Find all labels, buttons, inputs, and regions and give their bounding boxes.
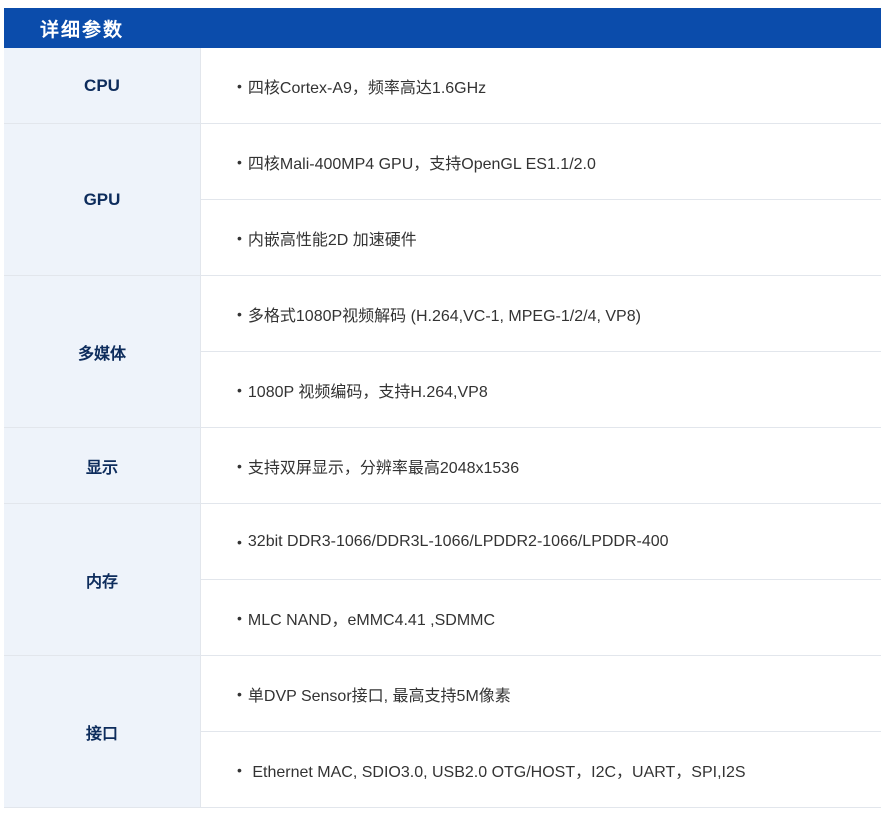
spec-value-text: 四核Cortex-A9，频率高达1.6GHz	[247, 79, 487, 97]
spec-value-row: • 多格式1080P视频解码 (H.264,VC-1, MPEG-1/2/4, …	[201, 276, 881, 352]
spec-value-text: 支持双屏显示，分辨率最高2048x1536	[247, 459, 520, 477]
spec-group-display: 显示 • 支持双屏显示，分辨率最高2048x1536	[4, 428, 881, 504]
spec-label: 接口	[4, 656, 201, 807]
spec-group-memory: 内存 • 32bit DDR3-1066/DDR3L-1066/LPDDR2-1…	[4, 504, 881, 656]
spec-value-text: MLC NAND，eMMC4.41 ,SDMMC	[247, 611, 496, 629]
spec-value-text: 单DVP Sensor接口, 最高支持5M像素	[247, 687, 511, 705]
spec-value-row: • 四核Mali-400MP4 GPU，支持OpenGL ES1.1/2.0	[201, 124, 881, 200]
spec-value-text: 四核Mali-400MP4 GPU，支持OpenGL ES1.1/2.0	[247, 155, 596, 173]
spec-value-row: • 1080P 视频编码，支持H.264,VP8	[201, 352, 881, 427]
section-header: 详细参数	[4, 8, 881, 48]
bullet-icon: •	[237, 77, 242, 94]
bullet-icon: •	[237, 381, 242, 398]
section-title: 详细参数	[40, 18, 125, 41]
bullet-icon: •	[237, 685, 242, 702]
spec-values: • 多格式1080P视频解码 (H.264,VC-1, MPEG-1/2/4, …	[201, 276, 881, 427]
spec-label: GPU	[4, 124, 201, 275]
spec-value-row: • MLC NAND，eMMC4.41 ,SDMMC	[201, 580, 881, 655]
spec-values: • 四核Mali-400MP4 GPU，支持OpenGL ES1.1/2.0 •…	[201, 124, 881, 275]
spec-group-multimedia: 多媒体 • 多格式1080P视频解码 (H.264,VC-1, MPEG-1/2…	[4, 276, 881, 428]
spec-value-row: • Ethernet MAC, SDIO3.0, USB2.0 OTG/HOST…	[201, 732, 881, 807]
spec-label: 多媒体	[4, 276, 201, 427]
spec-value-row: • 支持双屏显示，分辨率最高2048x1536	[201, 428, 881, 503]
spec-group-interface: 接口 • 单DVP Sensor接口, 最高支持5M像素 • Ethernet …	[4, 656, 881, 808]
bullet-icon: •	[237, 761, 242, 778]
spec-values: • 32bit DDR3-1066/DDR3L-1066/LPDDR2-1066…	[201, 504, 881, 655]
spec-label: CPU	[4, 48, 201, 123]
bullet-icon: •	[237, 305, 242, 322]
spec-value-row: • 内嵌高性能2D 加速硬件	[201, 200, 881, 275]
spec-value-text: 1080P 视频编码，支持H.264,VP8	[247, 383, 488, 401]
spec-label: 内存	[4, 504, 201, 655]
bullet-icon: •	[237, 609, 242, 626]
bullet-icon: •	[237, 457, 242, 474]
spec-value-text: 内嵌高性能2D 加速硬件	[247, 231, 417, 249]
spec-value-row: • 单DVP Sensor接口, 最高支持5M像素	[201, 656, 881, 732]
spec-value-row: • 32bit DDR3-1066/DDR3L-1066/LPDDR2-1066…	[201, 504, 881, 580]
bullet-icon: •	[237, 153, 242, 170]
spec-panel: 详细参数 CPU • 四核Cortex-A9，频率高达1.6GHz GPU • …	[4, 8, 881, 808]
spec-value-row: • 四核Cortex-A9，频率高达1.6GHz	[201, 48, 881, 123]
bullet-icon: •	[237, 533, 242, 550]
spec-value-text: Ethernet MAC, SDIO3.0, USB2.0 OTG/HOST，I…	[247, 763, 746, 781]
spec-value-text: 多格式1080P视频解码 (H.264,VC-1, MPEG-1/2/4, VP…	[247, 307, 641, 325]
spec-group-gpu: GPU • 四核Mali-400MP4 GPU，支持OpenGL ES1.1/2…	[4, 124, 881, 276]
spec-group-cpu: CPU • 四核Cortex-A9，频率高达1.6GHz	[4, 48, 881, 124]
spec-label: 显示	[4, 428, 201, 503]
spec-value-text: 32bit DDR3-1066/DDR3L-1066/LPDDR2-1066/L…	[247, 532, 669, 550]
bullet-icon: •	[237, 229, 242, 246]
spec-values: • 四核Cortex-A9，频率高达1.6GHz	[201, 48, 881, 123]
spec-values: • 单DVP Sensor接口, 最高支持5M像素 • Ethernet MAC…	[201, 656, 881, 807]
spec-table: CPU • 四核Cortex-A9，频率高达1.6GHz GPU • 四核Mal…	[4, 48, 881, 808]
spec-values: • 支持双屏显示，分辨率最高2048x1536	[201, 428, 881, 503]
